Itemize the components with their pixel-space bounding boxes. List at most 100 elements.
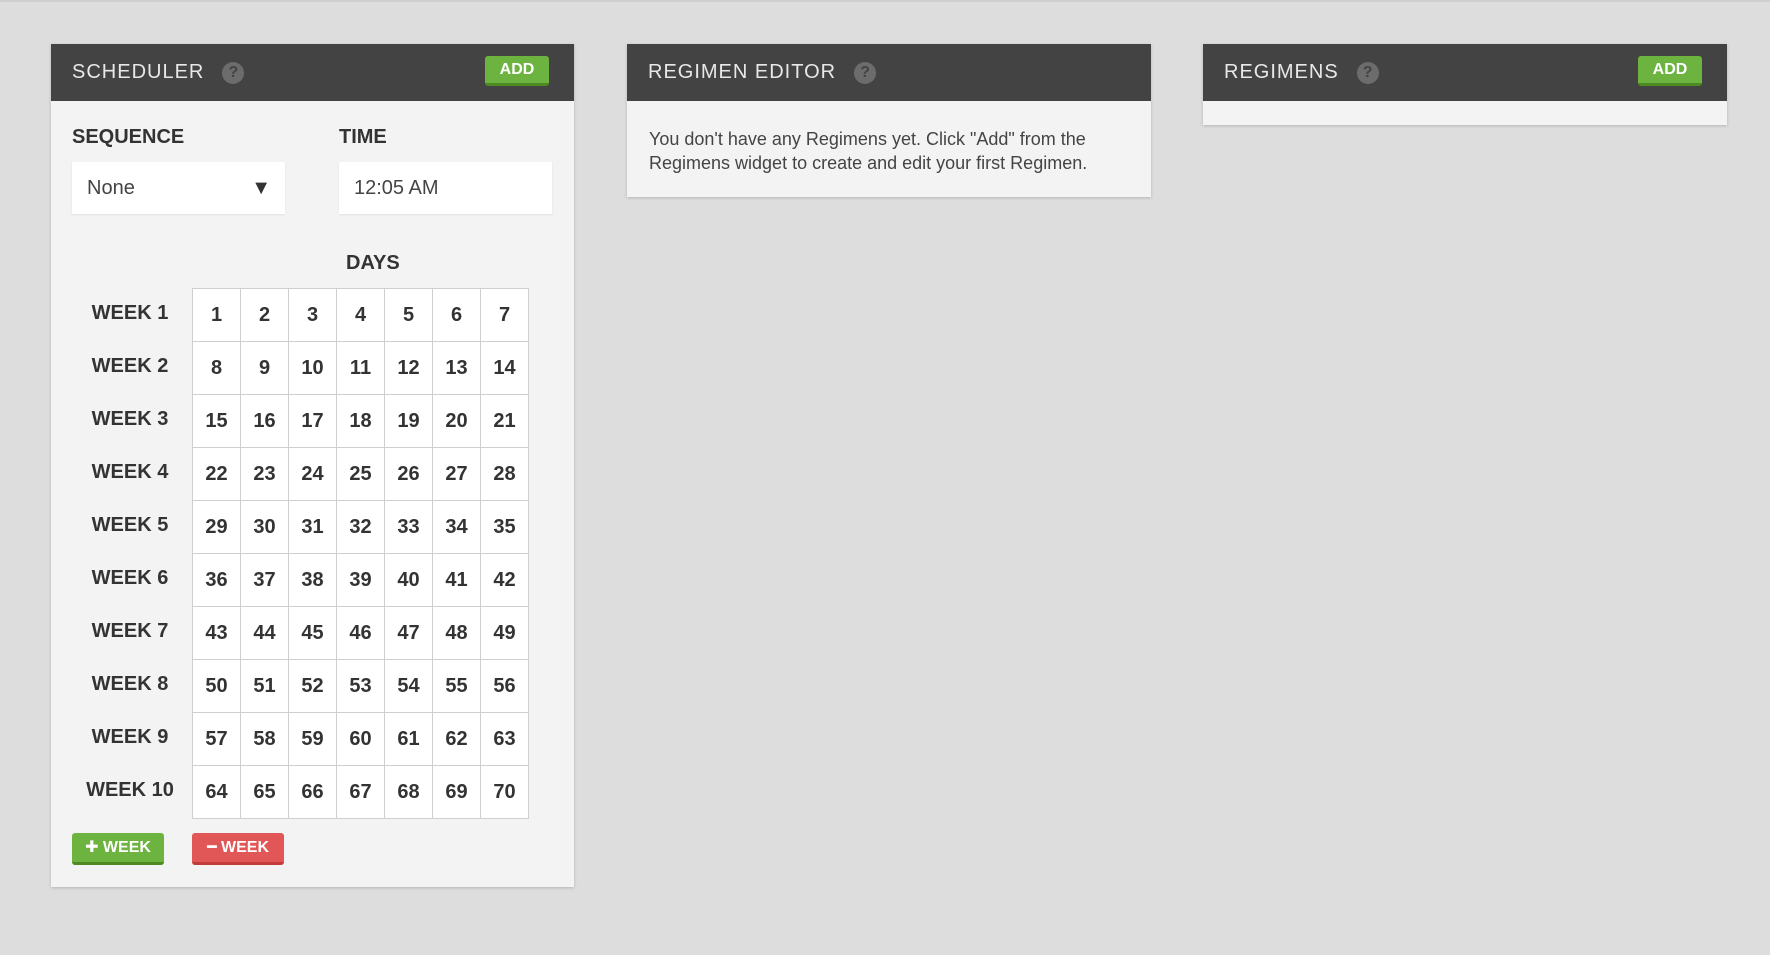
day-cell[interactable]: 21 — [481, 395, 529, 448]
day-cell[interactable]: 56 — [481, 660, 529, 713]
day-cell[interactable]: 68 — [385, 766, 433, 819]
day-cell[interactable]: 12 — [385, 342, 433, 395]
empty-regimens-message: You don't have any Regimens yet. Click "… — [649, 129, 1088, 173]
day-cell[interactable]: 45 — [289, 607, 337, 660]
day-cell[interactable]: 22 — [193, 448, 241, 501]
day-cell[interactable]: 28 — [481, 448, 529, 501]
day-cell[interactable]: 38 — [289, 554, 337, 607]
week-label: WEEK 7 — [91, 620, 169, 642]
day-cell[interactable]: 70 — [481, 766, 529, 819]
week-label: WEEK 4 — [91, 461, 169, 483]
day-cell[interactable]: 25 — [337, 448, 385, 501]
day-cell[interactable]: 54 — [385, 660, 433, 713]
days-label: DAYS — [346, 252, 400, 274]
week-label: WEEK 6 — [91, 567, 169, 589]
day-cell[interactable]: 6 — [433, 289, 481, 342]
day-cell[interactable]: 33 — [385, 501, 433, 554]
day-cell[interactable]: 5 — [385, 289, 433, 342]
day-cell[interactable]: 69 — [433, 766, 481, 819]
day-cell[interactable]: 63 — [481, 713, 529, 766]
day-cell[interactable]: 3 — [289, 289, 337, 342]
day-cell[interactable]: 41 — [433, 554, 481, 607]
week-label: WEEK 10 — [86, 779, 174, 801]
day-cell[interactable]: 47 — [385, 607, 433, 660]
sequence-value: None — [87, 177, 135, 199]
top-edge — [0, 0, 1770, 2]
day-cell[interactable]: 4 — [337, 289, 385, 342]
day-cell[interactable]: 52 — [289, 660, 337, 713]
day-cell[interactable]: 31 — [289, 501, 337, 554]
week-label: WEEK 5 — [91, 514, 169, 536]
day-cell[interactable]: 14 — [481, 342, 529, 395]
help-icon[interactable]: ? — [222, 61, 245, 84]
scheduler-header: SCHEDULER ? ADD — [51, 44, 574, 101]
day-cell[interactable]: 9 — [241, 342, 289, 395]
help-icon[interactable]: ? — [1356, 61, 1379, 84]
day-cell[interactable]: 11 — [337, 342, 385, 395]
regimen-editor-header: REGIMEN EDITOR ? — [627, 44, 1151, 101]
day-cell[interactable]: 29 — [193, 501, 241, 554]
day-cell[interactable]: 65 — [241, 766, 289, 819]
day-cell[interactable]: 8 — [193, 342, 241, 395]
day-cell[interactable]: 23 — [241, 448, 289, 501]
time-input[interactable]: 12:05 AM — [339, 162, 552, 214]
regimens-header: REGIMENS ? ADD — [1203, 44, 1727, 101]
day-cell[interactable]: 61 — [385, 713, 433, 766]
day-cell[interactable]: 51 — [241, 660, 289, 713]
regimens-title: REGIMENS — [1224, 61, 1339, 83]
day-cell[interactable]: 66 — [289, 766, 337, 819]
day-cell[interactable]: 16 — [241, 395, 289, 448]
day-cell[interactable]: 64 — [193, 766, 241, 819]
add-week-button[interactable]: ✚ WEEK — [72, 833, 164, 865]
day-cell[interactable]: 43 — [193, 607, 241, 660]
day-cell[interactable]: 2 — [241, 289, 289, 342]
day-cell[interactable]: 27 — [433, 448, 481, 501]
day-cell[interactable]: 26 — [385, 448, 433, 501]
day-cell[interactable]: 30 — [241, 501, 289, 554]
day-cell[interactable]: 32 — [337, 501, 385, 554]
day-cell[interactable]: 40 — [385, 554, 433, 607]
regimen-editor-widget: REGIMEN EDITOR ? You don't have any Regi… — [627, 44, 1151, 197]
day-cell[interactable]: 39 — [337, 554, 385, 607]
day-cell[interactable]: 7 — [481, 289, 529, 342]
day-cell[interactable]: 67 — [337, 766, 385, 819]
day-cell[interactable]: 59 — [289, 713, 337, 766]
day-cell[interactable]: 42 — [481, 554, 529, 607]
day-cell[interactable]: 60 — [337, 713, 385, 766]
sequence-dropdown[interactable]: None ▼ — [72, 162, 285, 214]
day-grid: 1 2 3 4 5 6 7 8 9 10 11 12 13 14 15 16 17 18 19 20 21 22 23 24 2… — [192, 288, 529, 819]
week-label: WEEK 8 — [91, 673, 169, 695]
day-cell[interactable]: 15 — [193, 395, 241, 448]
help-icon[interactable]: ? — [854, 61, 877, 84]
day-cell[interactable]: 57 — [193, 713, 241, 766]
week-label: WEEK 3 — [91, 408, 169, 430]
regimens-add-button[interactable]: ADD — [1638, 56, 1702, 86]
day-cell[interactable]: 58 — [241, 713, 289, 766]
day-cell[interactable]: 49 — [481, 607, 529, 660]
day-cell[interactable]: 18 — [337, 395, 385, 448]
day-cell[interactable]: 55 — [433, 660, 481, 713]
day-cell[interactable]: 46 — [337, 607, 385, 660]
scheduler-widget: SCHEDULER ? ADD SEQUENCE None ▼ TIME 12:… — [51, 44, 574, 887]
day-cell[interactable]: 44 — [241, 607, 289, 660]
day-cell[interactable]: 48 — [433, 607, 481, 660]
day-cell[interactable]: 1 — [193, 289, 241, 342]
day-cell[interactable]: 53 — [337, 660, 385, 713]
day-cell[interactable]: 34 — [433, 501, 481, 554]
day-cell[interactable]: 10 — [289, 342, 337, 395]
day-cell[interactable]: 35 — [481, 501, 529, 554]
day-cell[interactable]: 24 — [289, 448, 337, 501]
remove-week-button[interactable]: ━ WEEK — [192, 833, 284, 865]
time-label: TIME — [339, 126, 387, 148]
scheduler-add-button[interactable]: ADD — [485, 56, 549, 86]
day-cell[interactable]: 13 — [433, 342, 481, 395]
day-cell[interactable]: 20 — [433, 395, 481, 448]
day-cell[interactable]: 62 — [433, 713, 481, 766]
regimen-editor-title: REGIMEN EDITOR — [648, 61, 837, 83]
week-label: WEEK 2 — [91, 355, 169, 377]
day-cell[interactable]: 17 — [289, 395, 337, 448]
day-cell[interactable]: 19 — [385, 395, 433, 448]
day-cell[interactable]: 37 — [241, 554, 289, 607]
day-cell[interactable]: 36 — [193, 554, 241, 607]
day-cell[interactable]: 50 — [193, 660, 241, 713]
